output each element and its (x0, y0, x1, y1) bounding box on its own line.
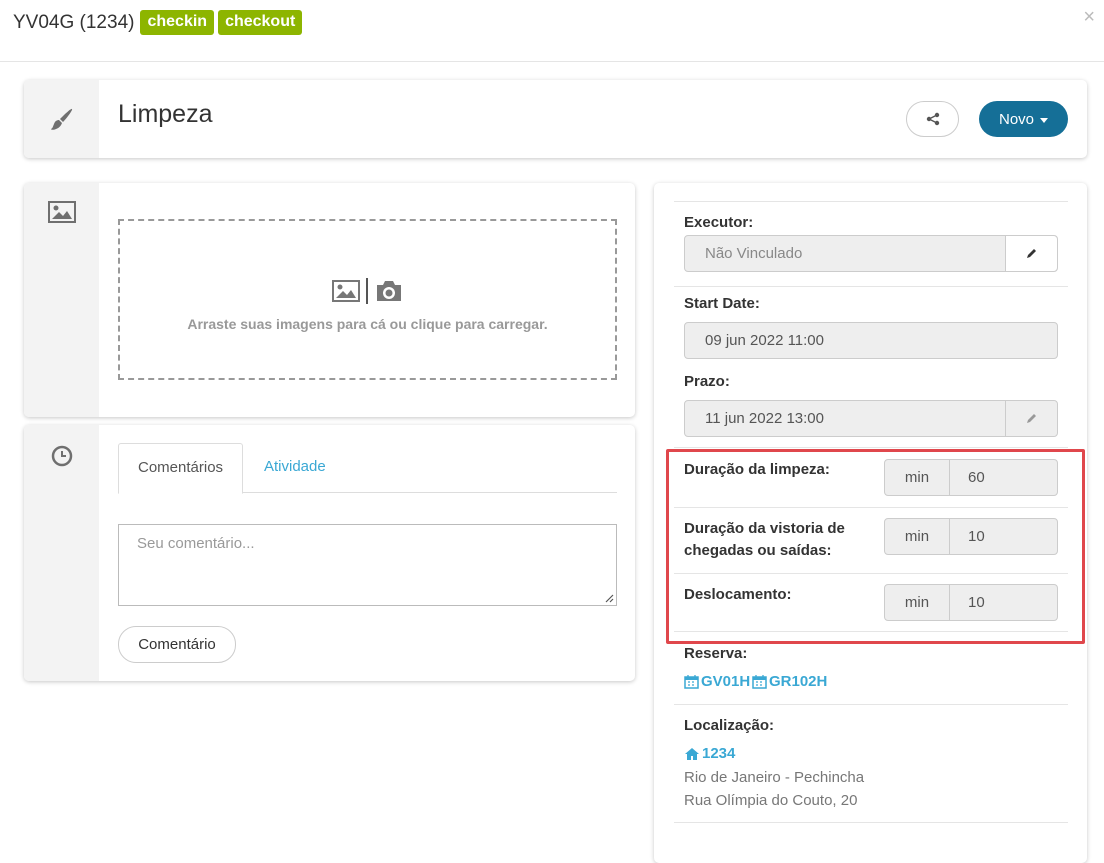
reserva-link-gv01h[interactable]: GV01H (684, 673, 750, 690)
camera-icon (376, 280, 401, 301)
modal-title: YV04G (1234) checkin checkout (13, 10, 303, 35)
calendar-icon (684, 675, 699, 689)
new-dropdown-button[interactable]: Novo (979, 101, 1068, 137)
pencil-icon (1027, 414, 1036, 423)
task-header-card: Limpeza Novo (24, 80, 1087, 158)
tab-atividade[interactable]: Atividade (245, 443, 345, 493)
address-city: Rio de Janeiro - Pechincha (684, 769, 865, 786)
divider (674, 286, 1068, 287)
comment-placeholder: Seu comentário... (137, 535, 255, 552)
comments-card: Comentários Atividade Seu comentário... … (24, 425, 635, 681)
checkout-badge: checkout (218, 10, 303, 35)
separator (365, 277, 368, 304)
divider (674, 201, 1068, 202)
modal-header: YV04G (1234) checkin checkout × (0, 0, 1104, 62)
prazo-label: Prazo: (684, 373, 730, 390)
picture-icon (331, 279, 360, 302)
new-button-label: Novo (998, 110, 1035, 128)
comment-textarea[interactable]: Seu comentário... (118, 524, 617, 606)
page-title: Limpeza (118, 100, 213, 128)
reserva-label: Reserva: (684, 645, 748, 662)
clock-icon (24, 445, 99, 470)
home-icon (685, 747, 699, 760)
prazo-value: 11 jun 2022 13:00 (705, 410, 824, 427)
share-icon (926, 112, 939, 126)
highlight-box (666, 449, 1085, 644)
calendar-icon (752, 675, 767, 689)
prazo-field[interactable]: 11 jun 2022 13:00 (684, 400, 1058, 437)
edit-prazo-button[interactable] (1005, 401, 1057, 436)
localizacao-label: Localização: (684, 717, 775, 734)
executor-value: Não Vinculado (705, 245, 803, 262)
comments-tabs: Comentários Atividade (118, 443, 617, 494)
image-dropzone[interactable]: Arraste suas imagens para cá ou clique p… (118, 219, 617, 380)
property-code-link: 1234 (702, 745, 736, 762)
address-street: Rua Olímpia do Couto, 20 (684, 792, 858, 809)
edit-executor-button[interactable] (1005, 236, 1057, 271)
close-icon[interactable]: × (1083, 6, 1095, 29)
reserva-code: GR102H (769, 673, 828, 690)
start-date-value: 09 jun 2022 11:00 (705, 332, 824, 349)
reserva-link-gr102h[interactable]: GR102H (752, 673, 827, 690)
property-link[interactable]: 1234 (684, 745, 735, 762)
images-card: Arraste suas imagens para cá ou clique p… (24, 183, 635, 417)
start-date-field[interactable]: 09 jun 2022 11:00 (684, 322, 1058, 359)
share-button[interactable] (906, 101, 959, 137)
divider (674, 822, 1068, 823)
divider (674, 704, 1068, 705)
start-date-label: Start Date: (684, 295, 760, 312)
submit-comment-button[interactable]: Comentário (118, 626, 236, 663)
property-code: YV04G (1234) (13, 11, 135, 33)
dropzone-text: Arraste suas imagens para cá ou clique p… (187, 315, 548, 332)
reserva-code: GV01H (701, 673, 751, 690)
details-panel: Executor: Não Vinculado Start Date: 09 j… (654, 183, 1087, 863)
checkin-badge: checkin (140, 10, 215, 35)
divider (674, 447, 1068, 448)
paintbrush-icon (24, 106, 99, 137)
pencil-icon (1027, 249, 1036, 258)
resize-handle-icon[interactable] (604, 593, 614, 603)
executor-field[interactable]: Não Vinculado (684, 235, 1058, 272)
caret-down-icon (1040, 117, 1049, 123)
tab-comentarios[interactable]: Comentários (118, 443, 244, 494)
image-icon (24, 201, 99, 226)
executor-label: Executor: (684, 214, 754, 231)
